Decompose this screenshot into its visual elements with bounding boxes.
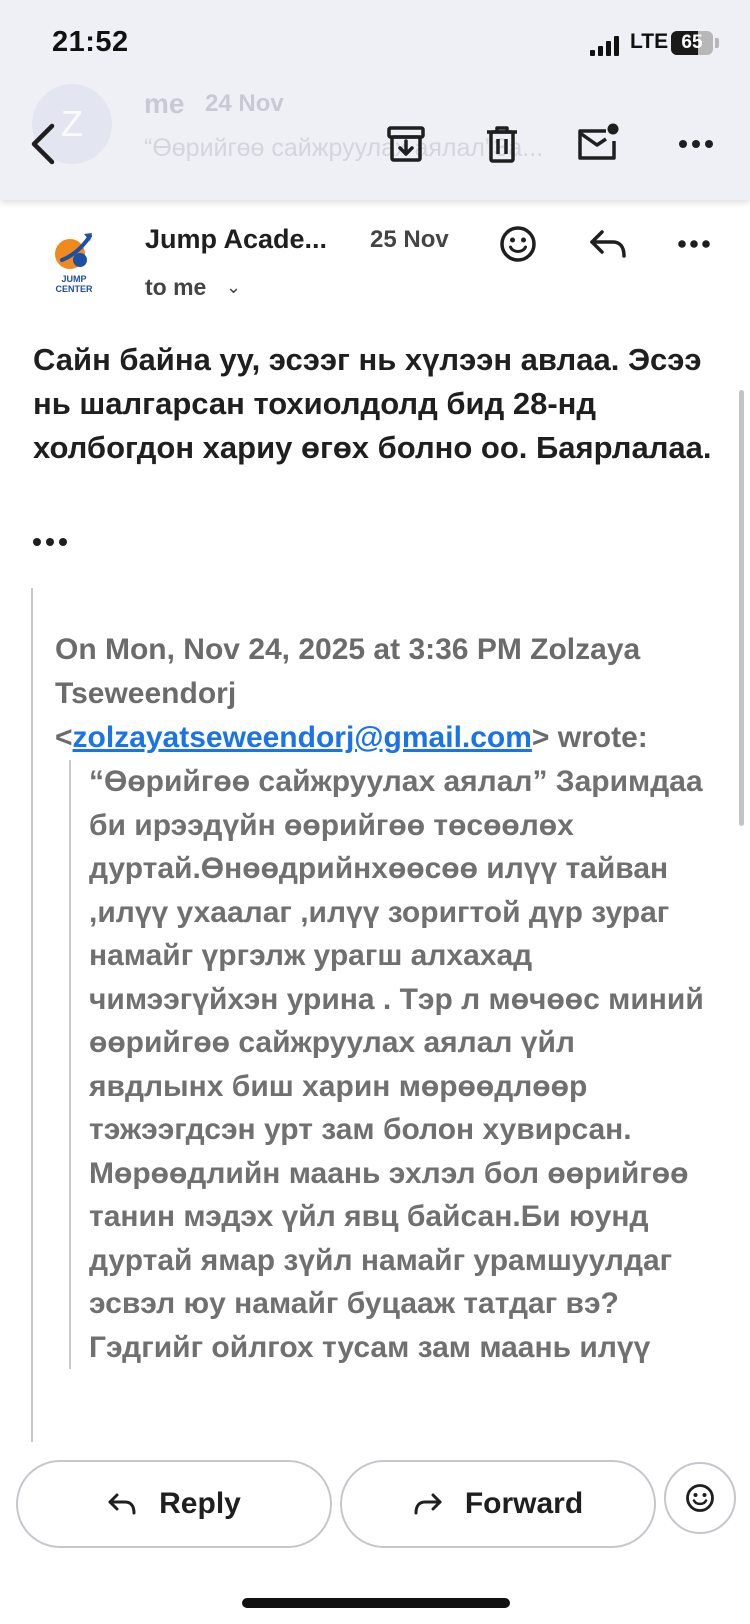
sender-avatar[interactable]: JUMP CENTER — [44, 230, 104, 298]
jump-logo-icon — [55, 233, 92, 269]
message-body: Сайн байна уу, эсээг нь хүлээн авлаа. Эс… — [33, 342, 712, 465]
trash-icon — [487, 126, 517, 163]
smiley-icon — [500, 226, 536, 262]
quote-email-link[interactable]: zolzayatseweendorj@gmail.com — [73, 721, 532, 754]
chevron-left-icon — [31, 123, 55, 165]
show-trimmed-content-button[interactable] — [33, 530, 73, 550]
bottom-action-bar: Reply Forward — [0, 1442, 750, 1624]
top-app-bar: 21:52 LTE 65 Z me 24 Nov “Өөрийгөө сайжр… — [0, 0, 750, 200]
message-header: JUMP CENTER Jump Acade... 25 Nov to me ⌄ — [0, 200, 750, 310]
forward-label: Forward — [464, 1487, 584, 1520]
previous-message-date: 24 Nov — [205, 90, 284, 117]
chevron-down-icon[interactable]: ⌄ — [226, 277, 241, 298]
add-reaction-button[interactable] — [492, 218, 544, 270]
more-horizontal-icon — [678, 240, 710, 248]
mark-unread-button[interactable] — [570, 114, 626, 170]
quote-header-suffix: > wrote: — [531, 721, 648, 754]
emoji-reaction-button[interactable] — [664, 1462, 736, 1534]
archive-icon — [387, 126, 425, 162]
smiley-icon — [686, 1484, 714, 1512]
reply-icon — [590, 230, 626, 258]
signal-strength-icon — [590, 36, 622, 56]
more-options-button[interactable] — [668, 116, 724, 172]
network-type: LTE — [630, 30, 669, 53]
battery-cap — [715, 38, 719, 48]
scrollbar[interactable] — [739, 390, 744, 826]
forward-icon — [414, 1493, 442, 1515]
quote-attribution: On Mon, Nov 24, 2025 at 3:36 PM Zolzaya … — [55, 628, 725, 760]
delete-button[interactable] — [474, 116, 530, 172]
message-date: 25 Nov — [370, 226, 449, 253]
reply-icon — [108, 1493, 136, 1515]
status-time: 21:52 — [52, 26, 129, 58]
back-button[interactable] — [16, 116, 72, 172]
battery-icon: 65 — [671, 31, 713, 55]
forward-button[interactable]: Forward — [340, 1460, 656, 1548]
recipient-label[interactable]: to me — [145, 274, 206, 301]
battery-level: 65 — [681, 32, 703, 53]
mail-unread-icon — [578, 123, 619, 160]
more-horizontal-icon — [679, 140, 713, 148]
logo-text: JUMP CENTER — [55, 274, 93, 294]
reply-icon-button[interactable] — [582, 218, 634, 270]
message-more-button[interactable] — [668, 218, 720, 270]
sender-name[interactable]: Jump Acade... — [145, 224, 357, 255]
reply-label: Reply — [159, 1487, 241, 1520]
reply-button[interactable]: Reply — [16, 1460, 332, 1548]
home-indicator[interactable] — [242, 1598, 510, 1608]
quoted-message: On Mon, Nov 24, 2025 at 3:36 PM Zolzaya … — [31, 588, 733, 1442]
quoted-text: “Өөрийгөө сайжруулах аялал” Заримдаа би … — [69, 760, 709, 1369]
previous-sender-name: me — [144, 88, 185, 119]
archive-button[interactable] — [378, 116, 434, 172]
